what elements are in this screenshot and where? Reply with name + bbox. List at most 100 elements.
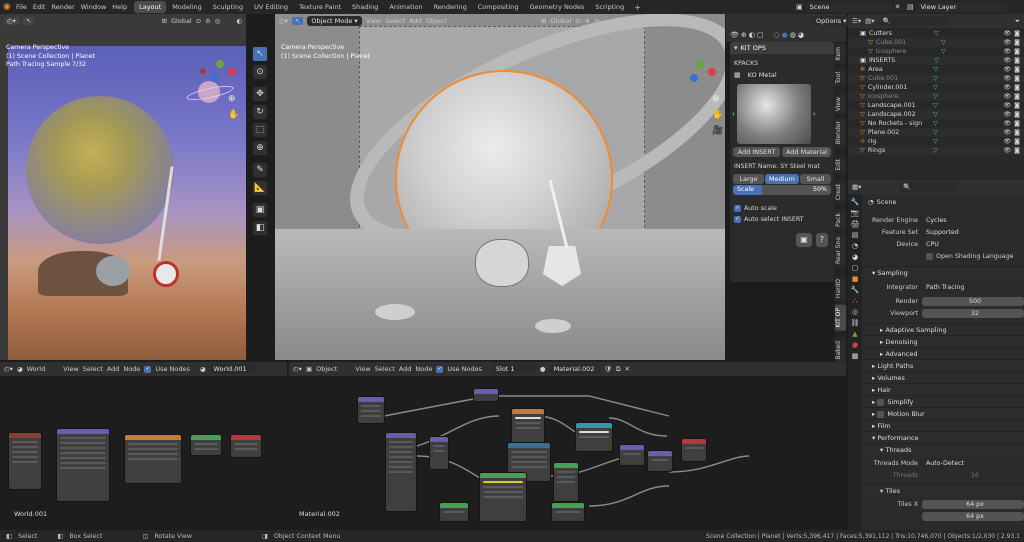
xray-icon[interactable]: ▢ bbox=[757, 31, 764, 39]
output-tab-icon[interactable]: 🖨 bbox=[851, 220, 860, 228]
snap-icon[interactable]: ⋔ bbox=[205, 17, 210, 25]
section-motion-blur[interactable]: ▸ Motion Blur bbox=[864, 407, 1024, 419]
material-output-node[interactable] bbox=[681, 438, 707, 462]
rendered-shading-icon[interactable]: ◕ bbox=[798, 31, 804, 39]
mapping-node[interactable] bbox=[56, 428, 110, 502]
shader-node[interactable] bbox=[385, 432, 417, 512]
environment-texture-node[interactable] bbox=[124, 434, 182, 484]
render-tab-icon[interactable]: 📷 bbox=[851, 209, 860, 217]
sidebar-tab-item[interactable]: Item bbox=[835, 44, 846, 64]
view-layer-tab-icon[interactable]: ▤ bbox=[852, 231, 859, 239]
transform-orientation-icon[interactable]: ⊞ bbox=[541, 17, 546, 25]
overlay-icon[interactable]: ◐ bbox=[236, 17, 242, 25]
scene-selector[interactable]: Scene bbox=[805, 2, 892, 12]
properties-editor-icon[interactable]: ▦▾ bbox=[852, 183, 861, 191]
section-checkbox[interactable] bbox=[877, 398, 885, 406]
outliner-item[interactable]: ▣ INSERTS ▽ 👁 ◙ bbox=[848, 56, 1024, 65]
editor-type-icon[interactable]: ◴▾ bbox=[4, 17, 19, 25]
sidebar-tab-pack[interactable]: Pack bbox=[835, 209, 846, 230]
add-cube-tool-icon[interactable]: ▣ bbox=[252, 202, 268, 218]
threads-subsection[interactable]: ▾ Threads bbox=[864, 443, 1024, 455]
shader-node[interactable] bbox=[619, 444, 645, 466]
object-mode-dropdown[interactable]: Object Mode ▾ bbox=[307, 16, 362, 26]
world-output-node[interactable] bbox=[230, 434, 262, 458]
rotate-tool-icon[interactable]: ↻ bbox=[252, 104, 268, 120]
tool-tab-icon[interactable]: 🔧 bbox=[851, 198, 860, 206]
outliner-item[interactable]: ▽ Cube.001 ▽ 👁 ◙ bbox=[848, 38, 1024, 47]
add-material-button[interactable]: Add Material bbox=[781, 147, 831, 157]
render-camera-icon[interactable]: ◙ bbox=[1014, 39, 1020, 46]
size-large-button[interactable]: Large bbox=[733, 174, 764, 184]
menu-edit[interactable]: Edit bbox=[33, 3, 46, 11]
sidebar-tab-creat[interactable]: Creat bbox=[835, 180, 846, 203]
measure-tool-icon[interactable]: 📐 bbox=[252, 180, 268, 196]
workspace-tab-compositing[interactable]: Compositing bbox=[473, 1, 524, 13]
osl-checkbox[interactable] bbox=[926, 252, 933, 260]
constraints-tab-icon[interactable]: ⛓ bbox=[851, 319, 860, 327]
menu-add[interactable]: Add bbox=[107, 365, 120, 373]
object-type-icon[interactable]: ▣ bbox=[306, 365, 312, 373]
sidebar-tab-hardo[interactable]: HardO bbox=[835, 276, 846, 302]
overlay-icon[interactable]: ◐ bbox=[749, 31, 755, 39]
pivot-icon[interactable]: ⊙ bbox=[575, 17, 580, 25]
outliner-item[interactable]: ▽ Landscape.001 ▽ 👁 ◙ bbox=[848, 101, 1024, 110]
visibility-eye-icon[interactable]: 👁 bbox=[1004, 111, 1012, 118]
outliner-item[interactable]: ⛗ rig ▽ 👁 ◙ bbox=[848, 137, 1024, 146]
scale-tool-icon[interactable]: ⬚ bbox=[252, 122, 268, 138]
proportional-icon[interactable]: ◎ bbox=[215, 17, 221, 25]
menu-view[interactable]: View bbox=[355, 365, 370, 373]
next-thumbnail-icon[interactable]: › bbox=[813, 110, 816, 118]
gizmo-icon[interactable]: ⊕ bbox=[741, 31, 747, 39]
color-ramp-node[interactable] bbox=[575, 422, 613, 452]
outliner-editor-icon[interactable]: ☰▾ bbox=[852, 17, 861, 25]
unlink-icon[interactable]: ✕ bbox=[624, 365, 629, 373]
scene-icon[interactable]: ▣ bbox=[796, 3, 803, 11]
zoom-icon[interactable]: ⊕ bbox=[712, 94, 723, 104]
render-camera-icon[interactable]: ◙ bbox=[1014, 30, 1020, 37]
device-dropdown[interactable]: CPU bbox=[922, 239, 1024, 249]
data-tab-icon[interactable]: ▲ bbox=[852, 330, 857, 338]
use-nodes-checkbox[interactable]: ✓ bbox=[436, 365, 444, 373]
x-axis-icon[interactable] bbox=[708, 68, 716, 76]
z-axis-icon[interactable] bbox=[210, 74, 218, 82]
render-samples-field[interactable]: 500 bbox=[922, 296, 1024, 306]
store-icon[interactable]: ▣ bbox=[796, 233, 812, 247]
menu-select[interactable]: Select bbox=[375, 365, 395, 373]
camera-view-icon[interactable]: 🎥 bbox=[712, 126, 723, 136]
editor-type-icon[interactable]: ◴▾ bbox=[279, 17, 288, 25]
visibility-eye-icon[interactable]: 👁 bbox=[1004, 147, 1012, 154]
visibility-eye-icon[interactable]: 👁 bbox=[1004, 66, 1012, 73]
kpack-dropdown[interactable]: KO Metal bbox=[743, 70, 830, 80]
prev-thumbnail-icon[interactable]: ‹ bbox=[732, 110, 735, 118]
outliner-item[interactable]: ▽ No Rockets - sign ▽ 👁 ◙ bbox=[848, 119, 1024, 128]
add-workspace-button[interactable]: + bbox=[634, 3, 641, 12]
workspace-tab-animation[interactable]: Animation bbox=[384, 1, 427, 13]
move-tool-icon[interactable]: ✥ bbox=[252, 86, 268, 102]
outliner-item[interactable]: ▽ Icosphere ▽ 👁 ◙ bbox=[848, 92, 1024, 101]
y-axis-icon[interactable] bbox=[696, 60, 704, 68]
workspace-tab-texture-paint[interactable]: Texture Paint bbox=[294, 1, 346, 13]
world-data-icon[interactable]: ◕ bbox=[200, 365, 206, 373]
use-nodes-checkbox[interactable]: ✓ bbox=[144, 365, 152, 373]
menu-view[interactable]: View bbox=[63, 365, 78, 373]
outliner-item[interactable]: ▽ Plane.002 ▽ 👁 ◙ bbox=[848, 128, 1024, 137]
workspace-tab-sculpting[interactable]: Sculpting bbox=[208, 1, 248, 13]
select-mode-icon[interactable]: ↖ bbox=[291, 17, 304, 25]
visibility-eye-icon[interactable]: 👁 bbox=[1004, 30, 1012, 37]
shader-node[interactable] bbox=[553, 462, 579, 502]
shader-node[interactable] bbox=[439, 502, 469, 522]
visibility-eye-icon[interactable]: 👁 bbox=[1004, 75, 1012, 82]
workspace-tab-shading[interactable]: Shading bbox=[347, 1, 383, 13]
render-camera-icon[interactable]: ◙ bbox=[1014, 138, 1020, 145]
left-viewport[interactable]: ◴▾ ↖ ⊞ Global ⊙ ⋔ ◎ ◐ Camera Perspective… bbox=[0, 14, 246, 360]
render-camera-icon[interactable]: ◙ bbox=[1014, 57, 1020, 64]
color-ramp-node[interactable] bbox=[511, 408, 545, 444]
scene-close-icon[interactable]: ✕ bbox=[895, 3, 901, 11]
render-camera-icon[interactable]: ◙ bbox=[1014, 120, 1020, 127]
help-icon[interactable]: ? bbox=[815, 233, 828, 247]
collapse-icon[interactable]: ▾ bbox=[734, 44, 738, 52]
boxcutter-tool-icon[interactable]: ◧ bbox=[252, 220, 268, 236]
threads-field[interactable]: 16 bbox=[922, 470, 1024, 480]
menu-select[interactable]: Select bbox=[385, 17, 405, 25]
visibility-eye-icon[interactable]: 👁 bbox=[1004, 57, 1012, 64]
